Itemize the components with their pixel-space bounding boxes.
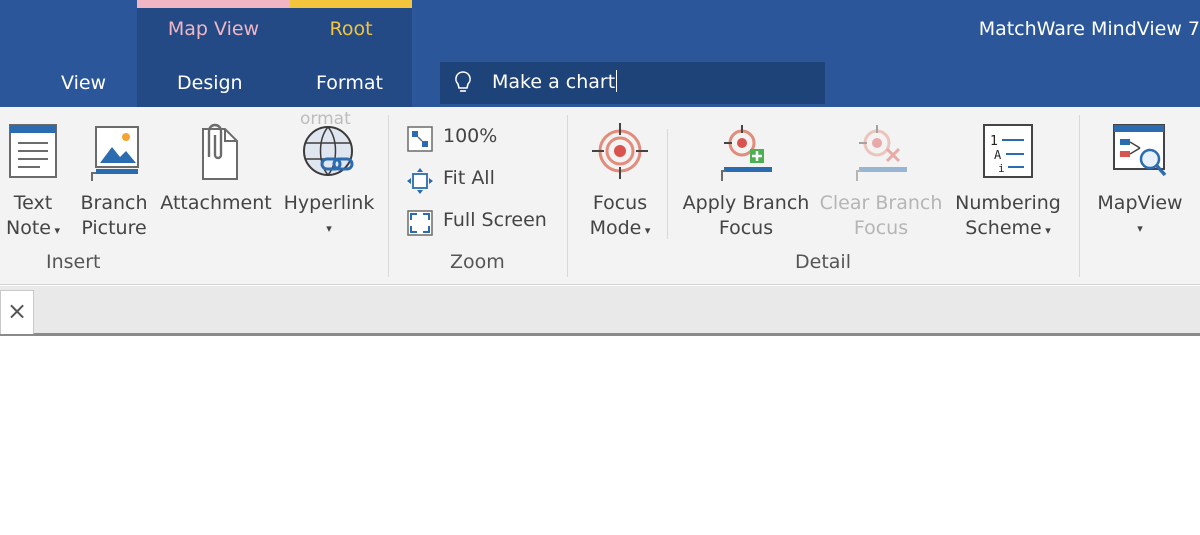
clear-branch-focus-label: Clear Branch Focus (816, 191, 946, 241)
clear-branch-focus-icon (856, 125, 907, 181)
group-separator (1079, 115, 1080, 277)
zoom-100-label: 100% (443, 125, 498, 147)
dropdown-arrow-icon: ▾ (1137, 222, 1143, 235)
attachment-icon (202, 123, 238, 180)
group-label-zoom: Zoom (450, 251, 505, 273)
numbering-scheme-button[interactable]: 1 A i Numbering Scheme ▾ (950, 107, 1066, 242)
hyperlink-line1: Hyperlink (283, 192, 375, 214)
branch-picture-icon (91, 126, 139, 181)
context-accent-root (290, 0, 412, 8)
svg-text:A: A (994, 148, 1002, 162)
full-screen-icon (407, 210, 433, 236)
dropdown-arrow-icon: ▾ (50, 224, 60, 237)
apply-branch-focus-line2: Focus (718, 217, 774, 239)
branch-picture-button[interactable]: Branch Picture (78, 107, 150, 242)
tell-me-search-box[interactable]: Make a chart (440, 62, 825, 104)
text-note-line2: Note (5, 217, 51, 239)
mapview-button[interactable]: MapView ▾ (1090, 107, 1190, 242)
title-bar: Map View Root View Design Format Make a … (0, 0, 1200, 107)
clear-branch-focus-button: Clear Branch Focus (816, 107, 946, 242)
context-label-root: Root (329, 18, 373, 40)
apply-branch-focus-button[interactable]: Apply Branch Focus (678, 107, 814, 242)
group-label-insert: Insert (46, 251, 101, 273)
svg-text:i: i (998, 162, 1005, 175)
focus-target-icon (592, 123, 648, 179)
hyperlink-label: Hyperlink ▾ (280, 191, 378, 241)
context-accent-map-view (137, 0, 290, 8)
hyperlink-button[interactable]: ormat Hyperlink ▾ (280, 107, 378, 242)
document-tab-strip: × (0, 286, 1200, 336)
tell-me-input-text[interactable]: Make a chart (492, 70, 618, 93)
zoom-100-icon (407, 126, 433, 152)
tell-me-value: Make a chart (492, 71, 616, 93)
clear-branch-focus-line1: Clear Branch (819, 192, 943, 214)
numbering-scheme-line1: Numbering (955, 192, 1061, 214)
close-document-button[interactable]: × (0, 290, 34, 334)
attachment-button[interactable]: Attachment (158, 107, 274, 242)
svg-text:1: 1 (990, 134, 998, 149)
text-caret (616, 70, 618, 92)
group-separator (567, 115, 568, 277)
fit-all-label: Fit All (443, 167, 495, 189)
fit-all-button[interactable]: Fit All (406, 163, 556, 197)
clear-branch-focus-line2: Focus (853, 217, 909, 239)
branch-picture-line2: Picture (81, 217, 147, 239)
dropdown-arrow-icon: ▾ (1041, 224, 1051, 237)
text-note-label: Text Note ▾ (0, 191, 66, 243)
tab-design[interactable]: Design (177, 72, 243, 94)
branch-picture-label: Branch Picture (78, 191, 150, 241)
ribbon: Text Note ▾ Branch Picture Attachment or… (0, 107, 1200, 285)
focus-mode-label: Focus Mode ▾ (578, 191, 662, 243)
branch-picture-line1: Branch (80, 192, 148, 214)
mapview-icon (1113, 124, 1167, 177)
text-note-button[interactable]: Text Note ▾ (0, 107, 66, 242)
fit-all-icon (407, 168, 433, 194)
group-label-detail: Detail (795, 251, 851, 273)
context-label-map-view: Map View (167, 18, 260, 40)
full-screen-label: Full Screen (443, 209, 547, 231)
text-note-line1: Text (13, 192, 53, 214)
tab-format[interactable]: Format (316, 72, 383, 94)
full-screen-button[interactable]: Full Screen (406, 205, 556, 239)
tab-view[interactable]: View (61, 72, 106, 94)
app-title: MatchWare MindView 7 (978, 18, 1200, 40)
numbering-scheme-icon: 1 A i (983, 124, 1033, 178)
focus-mode-line2: Mode (589, 217, 642, 239)
map-canvas[interactable] (0, 339, 1200, 535)
group-separator (388, 115, 389, 277)
mapview-line1: MapView (1097, 192, 1183, 214)
numbering-scheme-line2: Scheme (965, 217, 1042, 239)
dropdown-arrow-icon: ▾ (326, 222, 332, 235)
apply-branch-focus-line1: Apply Branch (682, 192, 810, 214)
dropdown-arrow-icon: ▾ (641, 224, 651, 237)
focus-mode-line1: Focus (592, 192, 648, 214)
attachment-label: Attachment (160, 192, 272, 214)
zoom-100-button[interactable]: 100% (406, 121, 556, 155)
button-separator (667, 129, 668, 239)
focus-mode-button[interactable]: Focus Mode ▾ (578, 107, 662, 242)
text-note-icon (9, 124, 57, 178)
apply-branch-focus-icon (721, 125, 772, 181)
numbering-scheme-label: Numbering Scheme ▾ (950, 191, 1066, 243)
hyperlink-icon (303, 126, 354, 176)
lightbulb-icon (455, 71, 471, 92)
mapview-label: MapView ▾ (1090, 191, 1190, 241)
apply-branch-focus-label: Apply Branch Focus (678, 191, 814, 241)
